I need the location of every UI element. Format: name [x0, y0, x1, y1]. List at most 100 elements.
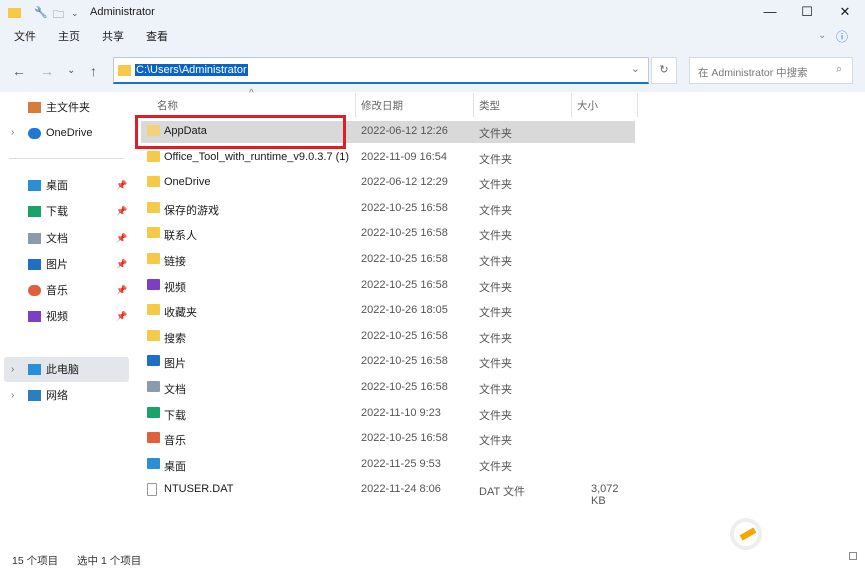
home-icon [28, 101, 41, 113]
file-row[interactable]: OneDrive 2022-06-12 12:29 文件夹 [141, 172, 635, 194]
address-dropdown-icon[interactable]: ⌄ [631, 62, 640, 75]
file-date: 2022-10-25 16:58 [361, 201, 448, 214]
search-placeholder: 在 Administrator 中搜索 [698, 67, 808, 79]
file-date: 2022-10-25 16:58 [361, 355, 448, 368]
file-row[interactable]: Office_Tool_with_runtime_v9.0.3.7 (1) 202… [141, 147, 635, 169]
file-name: 保存的游戏 [164, 204, 219, 217]
file-name: OneDrive [164, 176, 211, 189]
sidebar-item[interactable]: 文档 [28, 228, 68, 248]
sidebar-item[interactable]: 视频 [28, 306, 68, 326]
address-bar[interactable]: C:\Users\Administrator ⌄ [113, 57, 649, 84]
file-size: 3,072 KB [591, 483, 619, 508]
selected-count: 选中 1 个项目 [77, 555, 142, 567]
sidebar-item[interactable]: 音乐 [28, 280, 68, 300]
back-button[interactable]: ← [12, 63, 26, 79]
file-type: 文件夹 [479, 128, 512, 140]
folder-icon [147, 406, 160, 418]
column-size[interactable]: 大小 [577, 98, 598, 118]
desktop-icon [28, 179, 41, 191]
folder-icon [147, 329, 160, 341]
folder-icon [147, 176, 160, 188]
folder-icon [147, 381, 160, 392]
cloud-icon [28, 127, 41, 139]
top-chrome: 🔧 🗀 ⌄ Administrator — ☐ ✕ 文件 主页 共享 查看 ⌄ … [0, 0, 865, 92]
file-row[interactable]: 联系人 2022-10-25 16:58 文件夹 [141, 223, 635, 245]
menu-view[interactable]: 查看 [146, 28, 190, 44]
recent-chevron-icon[interactable]: ⌄ [67, 65, 75, 76]
column-separator[interactable] [473, 93, 474, 117]
menu-home[interactable]: 主页 [58, 28, 102, 44]
file-date: 2022-11-09 16:54 [361, 150, 448, 163]
file-row[interactable]: 图片 2022-10-25 16:58 文件夹 [141, 351, 635, 373]
menu-file[interactable]: 文件 [14, 28, 58, 44]
file-row[interactable]: 保存的游戏 2022-10-25 16:58 文件夹 [141, 198, 635, 220]
file-row[interactable]: 视频 2022-10-25 16:58 文件夹 [141, 275, 635, 297]
properties-icon[interactable]: 🔧 [34, 6, 48, 19]
picture-icon [28, 258, 41, 270]
folder-icon [147, 253, 160, 264]
sidebar-item[interactable]: 下载 [28, 201, 68, 221]
sidebar-item-label: 主文件夹 [46, 102, 90, 114]
divider [9, 158, 124, 159]
address-path[interactable]: C:\Users\Administrator [135, 64, 248, 76]
file-name: 下载 [164, 409, 186, 422]
watermark [730, 518, 762, 550]
file-type: 文件夹 [479, 307, 512, 320]
file-type: 文件夹 [479, 358, 512, 371]
file-date: 2022-10-25 16:58 [361, 432, 448, 445]
file-row[interactable]: 收藏夹 2022-10-26 18:05 文件夹 [141, 300, 635, 322]
column-separator[interactable] [637, 93, 638, 117]
refresh-button[interactable]: ↻ [651, 57, 677, 84]
folder-icon [147, 150, 160, 162]
minimize-button[interactable]: — [755, 4, 785, 19]
sidebar-item[interactable]: OneDrive [28, 123, 92, 143]
file-row[interactable]: 文档 2022-10-25 16:58 文件夹 [141, 377, 635, 399]
folder-icon [147, 227, 160, 239]
forward-button[interactable]: → [40, 63, 54, 79]
details-view-icon[interactable] [849, 552, 857, 560]
file-row[interactable]: 音乐 2022-10-25 16:58 文件夹 [141, 428, 635, 450]
search-input[interactable]: 在 Administrator 中搜索 ⌕ [689, 57, 853, 84]
sidebar-item[interactable]: 主文件夹 [28, 97, 90, 117]
file-row[interactable]: NTUSER.DAT 2022-11-24 8:06 DAT 文件 3,072 KB [141, 479, 635, 507]
expand-chevron-icon[interactable]: › [11, 390, 14, 401]
sidebar-item[interactable]: 网络 [28, 385, 68, 405]
help-icon[interactable]: ⓘ [836, 28, 848, 45]
sort-ascending-icon: ^ [249, 88, 254, 99]
new-folder-icon[interactable]: 🗀 [53, 6, 64, 25]
file-row[interactable]: 桌面 2022-11-25 9:53 文件夹 [141, 454, 635, 476]
column-type[interactable]: 类型 [479, 98, 500, 118]
file-type: 文件夹 [479, 256, 512, 268]
column-date[interactable]: 修改日期 [361, 98, 403, 118]
file-type: 文件夹 [479, 230, 512, 243]
file-name: Office_Tool_with_runtime_v9.0.3.7 (1) [164, 150, 350, 163]
column-separator[interactable] [571, 93, 572, 117]
sidebar-item-label: 此电脑 [46, 364, 79, 376]
chevron-down-icon[interactable]: ⌄ [71, 8, 79, 19]
expand-ribbon-icon[interactable]: ⌄ [818, 30, 826, 41]
file-row[interactable]: 链接 2022-10-25 16:58 文件夹 [141, 249, 635, 271]
file-row[interactable]: 下载 2022-11-10 9:23 文件夹 [141, 403, 635, 425]
maximize-button[interactable]: ☐ [792, 4, 822, 20]
folder-icon [8, 8, 21, 18]
sidebar-item[interactable]: 此电脑 [28, 359, 79, 379]
expand-chevron-icon[interactable]: › [11, 364, 14, 375]
expand-chevron-icon[interactable]: › [11, 127, 14, 138]
sidebar-item[interactable]: 桌面 [28, 175, 68, 195]
pin-icon: 📌 [116, 311, 128, 321]
computer-icon [28, 363, 41, 375]
sidebar-item[interactable]: 图片 [28, 254, 68, 274]
column-separator[interactable] [355, 93, 356, 117]
file-row[interactable]: 搜索 2022-10-25 16:58 文件夹 [141, 326, 635, 348]
file-type: DAT 文件 [479, 486, 526, 499]
folder-icon [147, 304, 160, 316]
sidebar-item-label: 图片 [46, 259, 68, 271]
file-name: 文档 [164, 384, 186, 396]
close-button[interactable]: ✕ [830, 4, 860, 20]
file-date: 2022-10-25 16:58 [361, 227, 448, 240]
file-date: 2022-10-26 18:05 [361, 304, 448, 317]
file-date: 2022-11-25 9:53 [361, 457, 441, 470]
up-button[interactable]: ↑ [90, 63, 97, 79]
menu-share[interactable]: 共享 [102, 28, 146, 44]
pin-icon: 📌 [116, 180, 128, 190]
